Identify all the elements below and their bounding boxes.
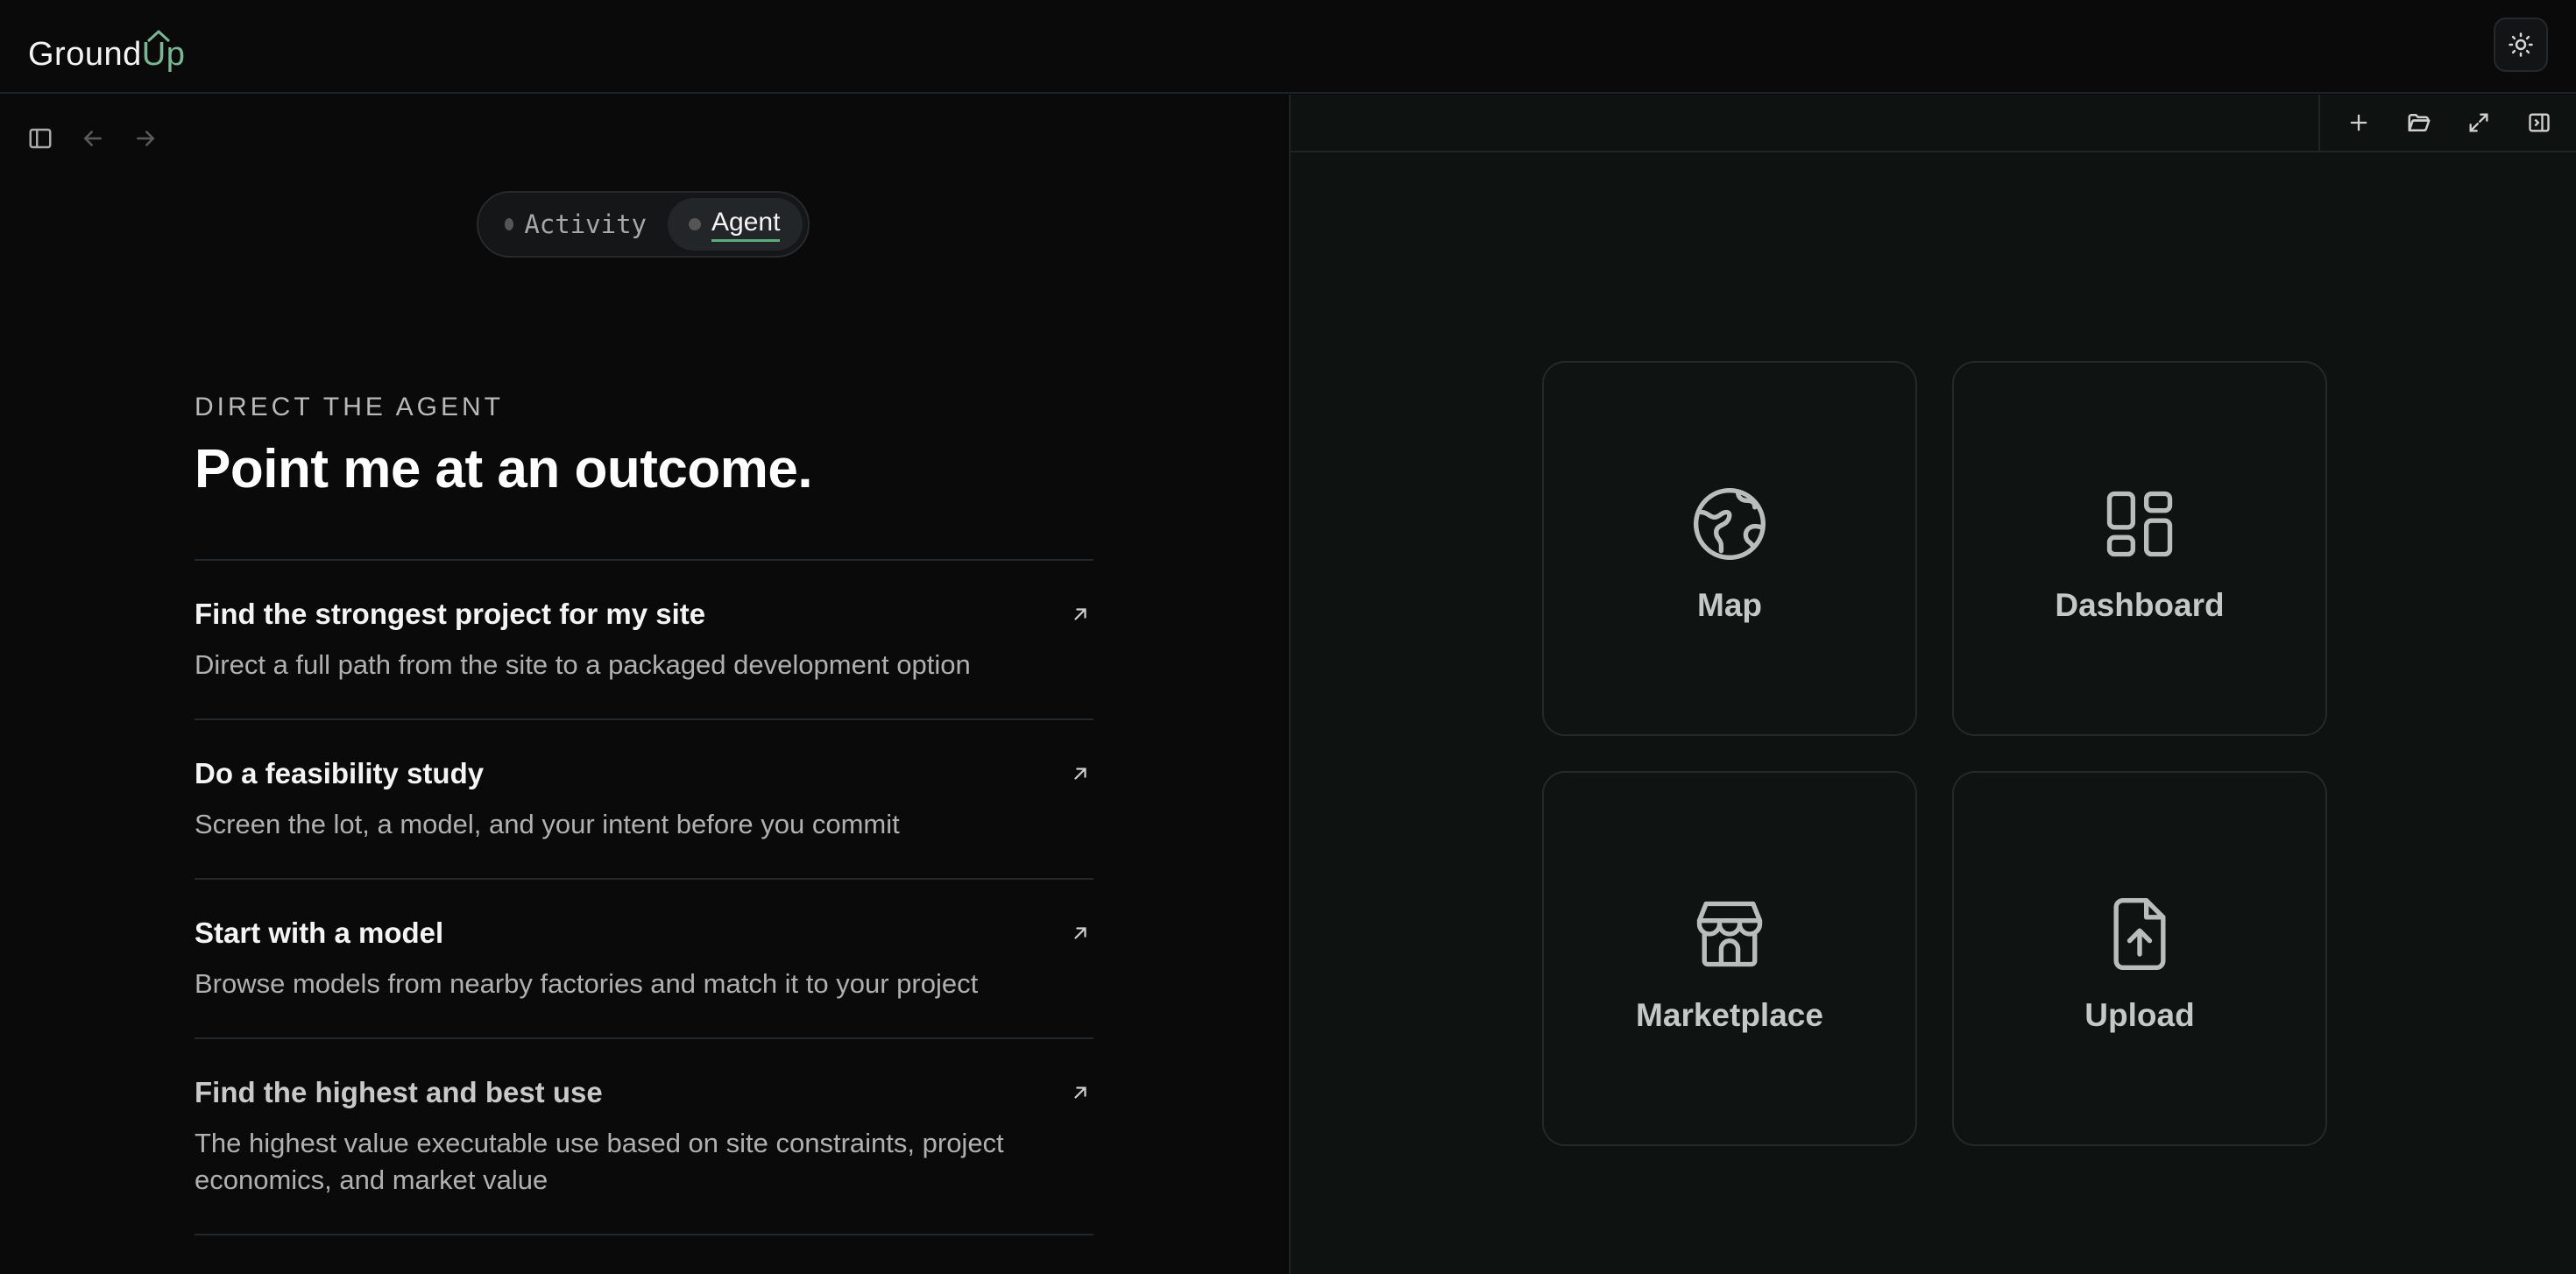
globe-icon — [1693, 487, 1766, 561]
workspace-actions — [2318, 95, 2576, 151]
tab-agent[interactable]: Agent — [668, 198, 803, 251]
open-folder-button[interactable] — [2402, 105, 2437, 140]
card-label: Marketplace — [1636, 997, 1823, 1033]
logo-house-icon — [146, 30, 170, 43]
right-pane: Map Dashboard Marketplace Upload — [1289, 95, 2576, 1274]
tab-agent-label: Agent — [711, 208, 781, 242]
top-bar: Ground Up — [0, 0, 2576, 94]
logo[interactable]: Ground Up — [28, 25, 185, 74]
option-item[interactable]: Do a feasibility study Screen the lot, a… — [195, 718, 1093, 878]
dashboard-icon — [2106, 491, 2173, 557]
workspace-cards: Map Dashboard Marketplace Upload — [1542, 361, 2327, 1146]
option-list: Find the strongest project for my site D… — [195, 559, 1093, 1235]
status-dot — [505, 218, 514, 230]
arrow-up-right-icon — [1074, 1086, 1086, 1099]
option-description: Direct a full path from the site to a pa… — [195, 649, 971, 680]
folder-open-icon — [2408, 114, 2431, 131]
option-item[interactable]: Start with a model Browse models from ne… — [195, 878, 1093, 1037]
theme-toggle-button[interactable] — [2494, 18, 2548, 72]
option-title: Start with a model — [195, 917, 444, 949]
arrow-up-right-icon — [1074, 927, 1086, 939]
sidebar-toggle-button[interactable] — [25, 123, 56, 154]
status-dot — [689, 218, 701, 230]
option-description: Browse models from nearby factories and … — [195, 968, 979, 999]
arrow-right-icon — [137, 131, 155, 146]
card-label: Upload — [2084, 997, 2195, 1033]
option-title: Find the strongest project for my site — [195, 598, 706, 630]
tab-activity-label: Activity — [524, 209, 647, 239]
close-panel-button[interactable] — [2522, 105, 2557, 140]
store-icon — [1696, 901, 1763, 967]
option-item[interactable]: Find the strongest project for my site D… — [195, 559, 1093, 718]
expand-button[interactable] — [2461, 105, 2496, 140]
card-marketplace[interactable]: Marketplace — [1542, 771, 1917, 1146]
card-upload[interactable]: Upload — [1952, 771, 2327, 1146]
page-title: Point me at an outcome. — [195, 439, 813, 499]
sidebar-icon — [29, 128, 52, 149]
logo-text-ground: Ground — [28, 36, 142, 73]
arrow-up-right-icon — [1074, 768, 1086, 780]
back-button[interactable] — [77, 123, 109, 154]
forward-button[interactable] — [130, 123, 161, 154]
new-button[interactable] — [2341, 105, 2376, 140]
nav-controls — [25, 123, 161, 154]
option-item[interactable]: Find the highest and best use The highes… — [195, 1037, 1093, 1235]
arrow-left-icon — [83, 131, 102, 146]
arrow-up-right-icon — [1074, 608, 1086, 620]
file-upload-icon — [2113, 897, 2166, 971]
option-description: Screen the lot, a model, and your intent… — [195, 809, 900, 839]
card-label: Dashboard — [2055, 587, 2225, 623]
sun-icon — [2509, 32, 2533, 57]
card-map[interactable]: Map — [1542, 361, 1917, 736]
card-label: Map — [1697, 587, 1762, 623]
option-title: Find the highest and best use — [195, 1076, 603, 1108]
plus-icon — [2350, 114, 2367, 131]
logo-text-up: Up — [142, 30, 186, 74]
maximize-icon — [2469, 113, 2488, 132]
tab-activity[interactable]: Activity — [484, 198, 668, 251]
panel-right-icon — [2529, 113, 2550, 132]
option-description: The highest value executable use based o… — [195, 1128, 1004, 1195]
mode-toggle: Activity Agent — [477, 191, 810, 258]
left-pane: Activity Agent DIRECT THE AGENT Point me… — [0, 95, 1288, 1274]
eyebrow-label: DIRECT THE AGENT — [195, 393, 504, 421]
option-title: Do a feasibility study — [195, 757, 485, 789]
card-dashboard[interactable]: Dashboard — [1952, 361, 2327, 736]
workspace-toolbar — [1291, 95, 2576, 152]
